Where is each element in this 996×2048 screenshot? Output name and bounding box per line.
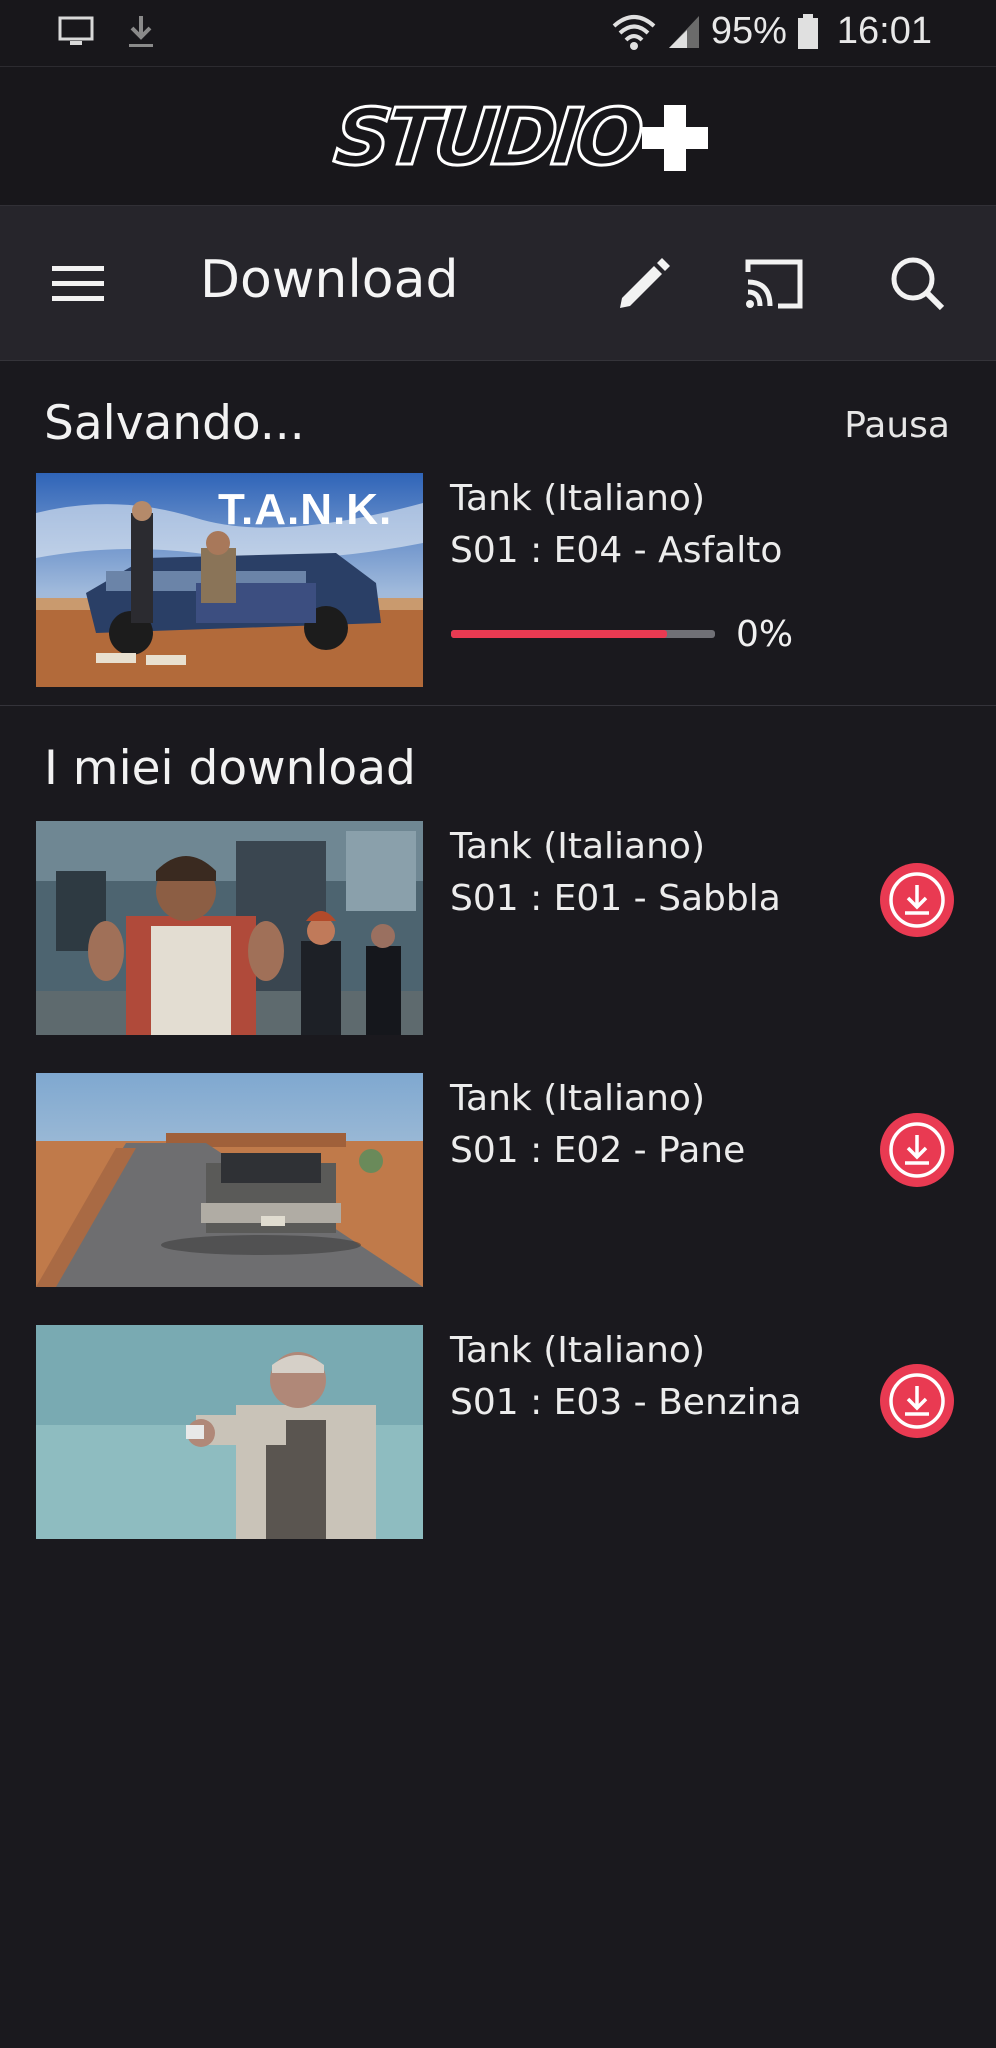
episode-series: Tank (Italiano) (450, 1330, 705, 1371)
episode-series: Tank (Italiano) (450, 826, 705, 867)
download-icon (129, 16, 153, 47)
battery-icon (797, 13, 818, 49)
episode-thumbnail[interactable] (36, 821, 423, 1035)
cast-icon[interactable] (742, 252, 806, 316)
section-divider (0, 705, 996, 706)
thumbnail-title-text: T.A.N.K. (218, 485, 393, 534)
plus-icon (641, 105, 708, 171)
battery-percent: 95% (710, 10, 787, 52)
download-icon[interactable] (878, 861, 956, 939)
episode-title: S01 : E04 - Asfalto (450, 530, 783, 571)
signal-icon (668, 15, 699, 48)
episode-thumbnail[interactable] (36, 1325, 423, 1539)
toolbar: Download (0, 206, 996, 361)
logo-text: STUDIO (329, 92, 644, 185)
episode-series: Tank (Italiano) (450, 478, 705, 519)
download-progress-fill (451, 630, 668, 638)
monitor-icon (58, 16, 94, 45)
downloads-heading: I miei download (44, 741, 416, 796)
edit-icon[interactable] (610, 252, 674, 316)
download-icon[interactable] (878, 1111, 956, 1189)
app-header: STUDIO (0, 67, 996, 206)
episode-title: S01 : E03 - Benzina (450, 1382, 802, 1423)
page-title: Download (200, 250, 459, 310)
download-icon[interactable] (878, 1362, 956, 1440)
download-progress-label: 0% (736, 614, 794, 655)
menu-icon[interactable] (46, 252, 110, 316)
wifi-icon (612, 14, 656, 50)
download-progress-bar (451, 630, 715, 638)
pause-button[interactable]: Pausa (844, 405, 950, 446)
episode-series: Tank (Italiano) (450, 1078, 705, 1119)
clock: 16:01 (836, 10, 932, 52)
episode-thumbnail[interactable]: T.A.N.K. (36, 473, 423, 687)
status-bar: 95% 16:01 (0, 0, 996, 67)
saving-heading: Salvando... (44, 396, 305, 451)
studio-plus-logo: STUDIO (329, 92, 710, 185)
episode-thumbnail[interactable] (36, 1073, 423, 1287)
episode-title: S01 : E02 - Pane (450, 1130, 746, 1171)
episode-title: S01 : E01 - Sabbla (450, 878, 781, 919)
search-icon[interactable] (886, 252, 950, 316)
